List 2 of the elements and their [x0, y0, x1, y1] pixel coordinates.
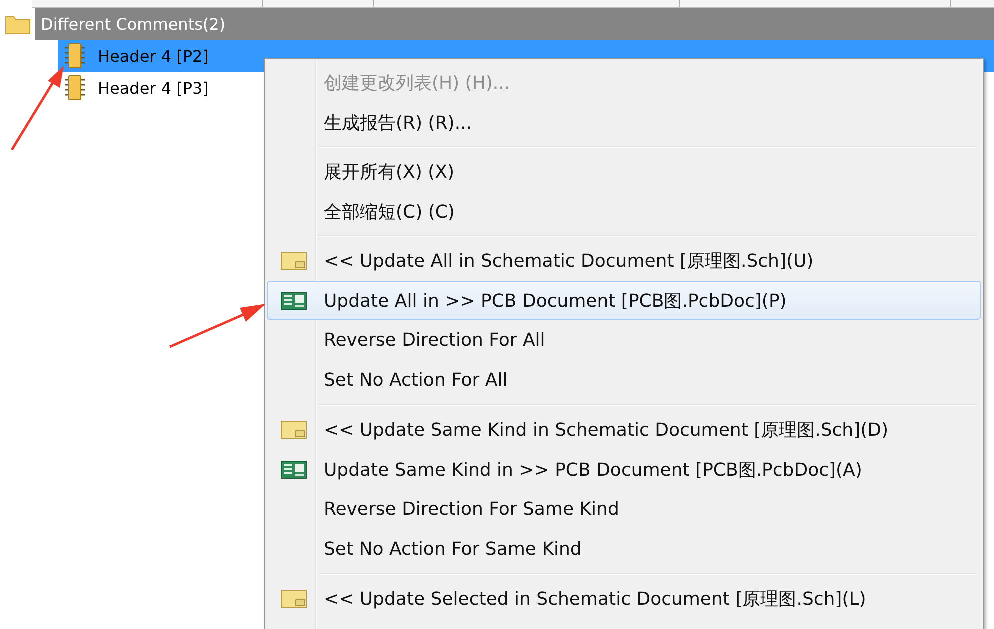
component-name: Header 4 [P2] — [98, 46, 209, 66]
component-name: Header 4 [P3] — [98, 78, 209, 98]
